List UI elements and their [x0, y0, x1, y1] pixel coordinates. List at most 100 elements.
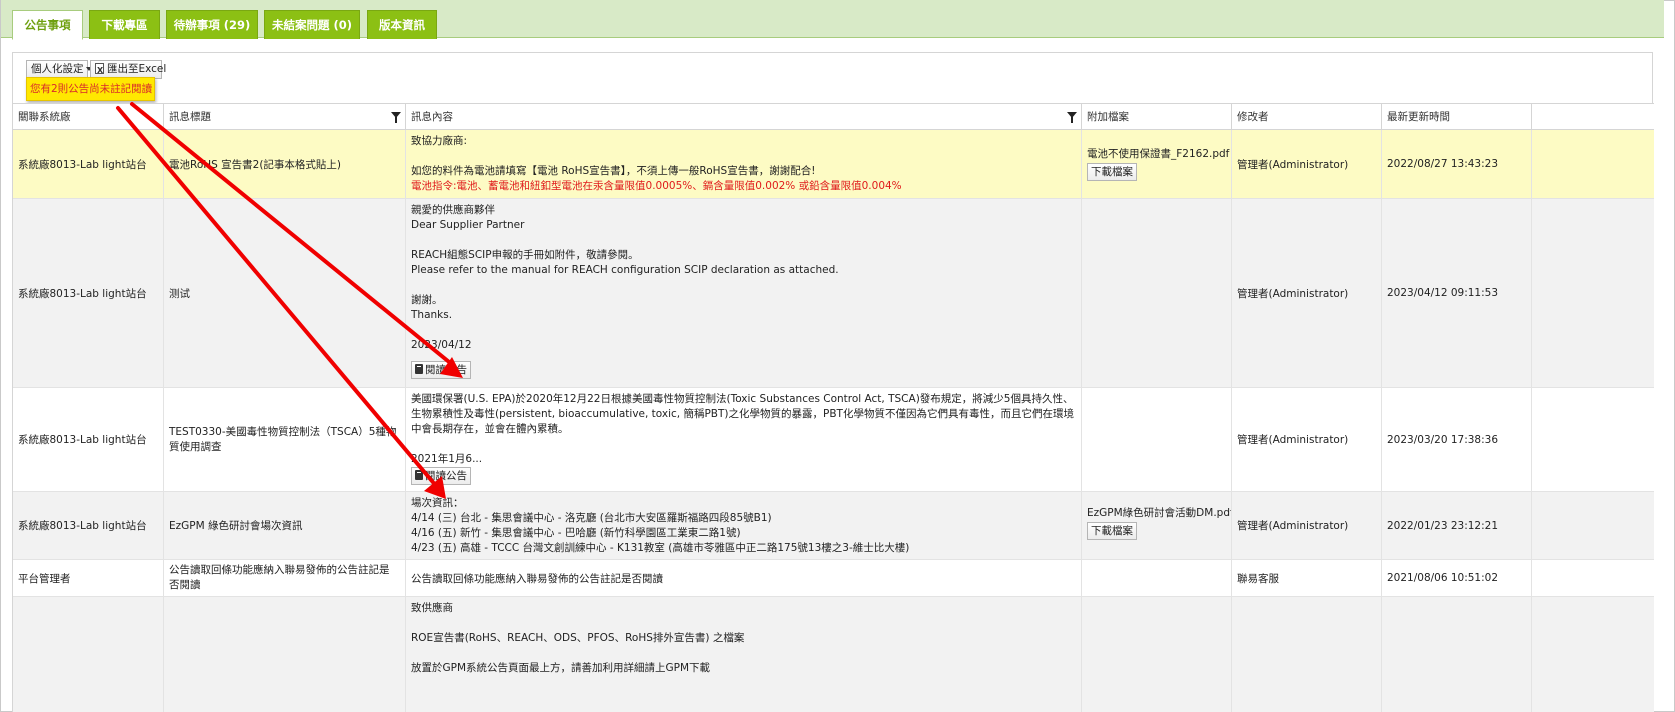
col-header-label: 訊息標題 [169, 111, 211, 123]
tab-open-issues[interactable]: 未結案問題 (0) [264, 10, 360, 39]
cell-updated [1382, 597, 1532, 712]
read-announcement-button[interactable]: 閱讀公告 [411, 467, 471, 485]
cell-updated: 2022/08/27 13:43:23 [1382, 130, 1532, 198]
content-line [411, 278, 1081, 293]
content-line: ROE宣告書(RoHS、REACH、ODS、PFOS、RoHS排外宣告書) 之檔… [411, 632, 745, 644]
attachment-filename[interactable]: 電池不使用保證書_F2162.pdf [1087, 147, 1231, 162]
book-icon [415, 470, 423, 480]
col-header-label: 修改者 [1237, 111, 1269, 123]
col-header-updated[interactable]: 最新更新時間 [1382, 104, 1532, 130]
cell-attachment [1082, 199, 1232, 387]
tab-announcements[interactable]: 公告事項 [12, 10, 83, 40]
cell-vendor [13, 597, 164, 712]
content-line: 4/14 (三) 台北 - 集思會議中心 - 洛克廳 (台北市大安區羅斯福路四段… [411, 512, 772, 524]
cell-attachment [1082, 388, 1232, 491]
cell-title: 测试 [164, 199, 406, 387]
content-line [411, 323, 1081, 338]
content-line: 4/23 (五) 高雄 - TCCC 台灣文創訓練中心 - K131教室 (高雄… [411, 542, 910, 554]
cell-attachment: EzGPM綠色研討會活動DM.pdf 下載檔案 [1082, 492, 1232, 559]
cell-updated: 2021/08/06 10:51:02 [1382, 560, 1532, 596]
read-announcement-label: 閱讀公告 [425, 364, 467, 376]
tab-downloads[interactable]: 下載專區 [89, 10, 160, 39]
content-line: 放置於GPM系統公告頁面最上方，請善加利用詳細請上GPM下載 [411, 662, 711, 674]
content-line: 謝謝。 [411, 294, 443, 306]
cell-modifier: 管理者(Administrator) [1232, 199, 1382, 387]
table-row[interactable]: 系統廠8013-Lab light站台 TEST0330-美國毒性物質控制法（T… [13, 388, 1654, 492]
cell-title [164, 597, 406, 712]
download-file-button[interactable]: 下載檔案 [1087, 522, 1137, 540]
content-line: REACH組態SCIP申報的手冊如附件，敬請參閱。 [411, 249, 639, 261]
excel-icon [95, 62, 104, 79]
col-header-label: 最新更新時間 [1387, 111, 1450, 123]
cell-modifier: 管理者(Administrator) [1232, 492, 1382, 559]
table-row[interactable]: 系統廠8013-Lab light站台 EzGPM 綠色研討會場次資訊 場次資訊… [13, 492, 1654, 560]
filter-icon[interactable] [391, 112, 401, 123]
table-row[interactable]: 平台管理者 公告讀取回條功能應納入聯易發佈的公告註記是否閱讀 公告讀取回條功能應… [13, 560, 1654, 597]
cell-title: 公告讀取回條功能應納入聯易發佈的公告註記是否閱讀 [164, 560, 406, 596]
content-line [411, 149, 1081, 164]
col-header-vendor[interactable]: 關聯系統廠 [13, 104, 164, 130]
content-line-red: 電池指令:電池、蓄電池和紐釦型電池在汞含量限值0.0005%、鎘含量限值0.00… [411, 180, 902, 192]
cell-modifier: 管理者(Administrator) [1232, 388, 1382, 491]
cell-updated: 2023/03/20 17:38:36 [1382, 388, 1532, 491]
tab-version-info[interactable]: 版本資訊 [367, 10, 437, 39]
cell-vendor: 平台管理者 [13, 560, 164, 596]
cell-vendor: 系統廠8013-Lab light站台 [13, 130, 164, 198]
content-line: 致協力廠商: [411, 135, 468, 147]
content-line: 2023/04/12 [411, 339, 472, 351]
unread-notice: 您有2則公告尚未註記閱讀 [26, 77, 155, 101]
content-line [411, 233, 1081, 248]
cell-attachment [1082, 597, 1232, 712]
cell-vendor: 系統廠8013-Lab light站台 [13, 388, 164, 491]
cell-content: 致供應商 ROE宣告書(RoHS、REACH、ODS、PFOS、RoHS排外宣告… [406, 597, 1082, 712]
table-row[interactable]: 系統廠8013-Lab light站台 電池RoHS 宣告書2(記事本格式貼上)… [13, 130, 1654, 199]
cell-vendor: 系統廠8013-Lab light站台 [13, 199, 164, 387]
content-line: 場次資訊： [411, 497, 464, 509]
book-icon [415, 364, 423, 374]
download-file-button[interactable]: 下載檔案 [1087, 163, 1137, 181]
cell-content: 親愛的供應商夥伴 Dear Supplier Partner REACH組態SC… [406, 199, 1082, 387]
read-announcement-label: 閱讀公告 [425, 470, 467, 482]
content-line: Dear Supplier Partner [411, 219, 525, 231]
cell-modifier [1232, 597, 1382, 712]
col-header-attachment[interactable]: 附加檔案 [1082, 104, 1232, 130]
content-line: 2021年1月6... [411, 453, 483, 465]
content-line [411, 437, 1081, 452]
col-header-modifier[interactable]: 修改者 [1232, 104, 1382, 130]
table-row[interactable]: 系統廠8013-Lab light站台 测试 親愛的供應商夥伴 Dear Sup… [13, 199, 1654, 388]
col-header-title[interactable]: 訊息標題 [164, 104, 406, 130]
content-line: 親愛的供應商夥伴 [411, 204, 495, 216]
cell-updated: 2023/04/12 09:11:53 [1382, 199, 1532, 387]
content-line: 如您的料件為電池請填寫【電池 RoHS宣告書】，不須上傳一般RoHS宣告書，謝謝… [411, 165, 816, 177]
cell-title: TEST0330-美國毒性物質控制法（TSCA）5種物質使用調查 [164, 388, 406, 491]
attachment-filename[interactable]: EzGPM綠色研討會活動DM.pdf [1087, 506, 1231, 521]
col-header-label: 附加檔案 [1087, 111, 1129, 123]
col-header-label: 訊息內容 [411, 111, 453, 123]
content-line: 致供應商 [411, 602, 453, 614]
col-header-label: 關聯系統廠 [18, 111, 71, 123]
personalize-label: 個人化設定 [31, 63, 84, 75]
content-line: 4/16 (五) 新竹 - 集思會議中心 - 巴哈廳 (新竹科學園區工業東二路1… [411, 527, 741, 539]
cell-content: 致協力廠商: 如您的料件為電池請填寫【電池 RoHS宣告書】，不須上傳一般RoH… [406, 130, 1082, 198]
cell-updated: 2022/01/23 23:12:21 [1382, 492, 1532, 559]
cell-title: 電池RoHS 宣告書2(記事本格式貼上) [164, 130, 406, 198]
announcement-panel: 個人化設定 匯出至Excel 您有2則公告尚未註記閱讀 關聯系統廠 訊息標題 訊… [12, 52, 1654, 712]
col-header-content[interactable]: 訊息內容 [406, 104, 1082, 130]
content-line [411, 616, 1081, 631]
tab-todo[interactable]: 待辦事項 (29) [166, 10, 258, 39]
cell-content: 公告讀取回條功能應納入聯易發佈的公告註記是否閱讀 [406, 560, 1082, 596]
cell-vendor: 系統廠8013-Lab light站台 [13, 492, 164, 559]
content-line [411, 646, 1081, 661]
content-paragraph: 美國環保署(U.S. EPA)於2020年12月22日根據美國毒性物質控制法(T… [411, 393, 1074, 435]
grid-header: 關聯系統廠 訊息標題 訊息內容 附加檔案 修改者 最新更新時間 [13, 104, 1654, 130]
cell-attachment [1082, 560, 1232, 596]
cell-content: 美國環保署(U.S. EPA)於2020年12月22日根據美國毒性物質控制法(T… [406, 388, 1082, 491]
content-line: 公告讀取回條功能應納入聯易發佈的公告註記是否閱讀 [411, 572, 663, 585]
cell-content: 場次資訊： 4/14 (三) 台北 - 集思會議中心 - 洛克廳 (台北市大安區… [406, 492, 1082, 559]
table-row[interactable]: 致供應商 ROE宣告書(RoHS、REACH、ODS、PFOS、RoHS排外宣告… [13, 597, 1654, 712]
read-announcement-button[interactable]: 閱讀公告 [411, 361, 471, 379]
filter-icon[interactable] [1067, 112, 1077, 123]
export-excel-label: 匯出至Excel [107, 63, 167, 75]
cell-modifier: 聯易客服 [1232, 560, 1382, 596]
cell-modifier: 管理者(Administrator) [1232, 130, 1382, 198]
